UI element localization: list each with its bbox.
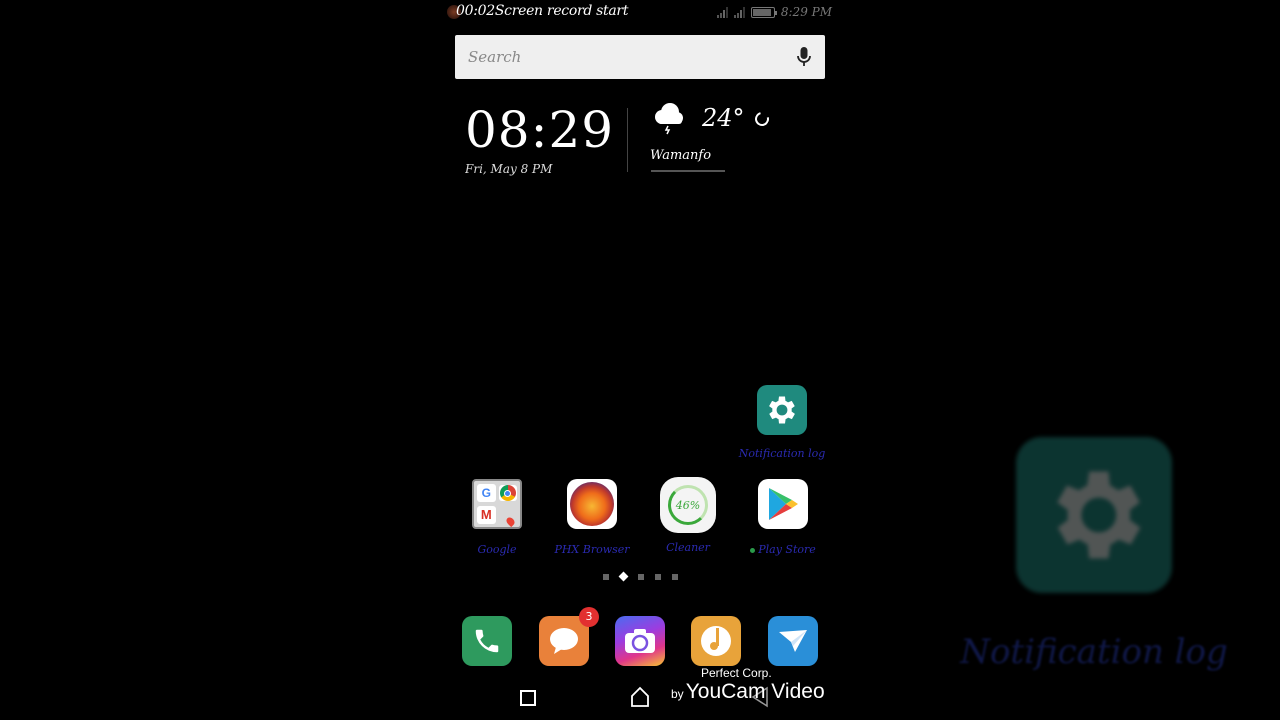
app-label: Google [477, 543, 517, 556]
mic-icon[interactable] [796, 46, 812, 68]
widget-divider [627, 108, 628, 172]
status-time: 8:29 PM [780, 5, 832, 19]
clock-weather-widget[interactable]: 08:29 Fri, May 8 PM 24° Wamanfo [465, 96, 785, 176]
recording-status: 00:02Screen record start [456, 3, 628, 19]
message-bubble-icon [550, 628, 578, 654]
unread-badge: 3 [579, 607, 599, 627]
google-folder-icon: G M [472, 479, 522, 529]
signal-sim1-icon [716, 6, 728, 18]
app-notification-log[interactable]: Notification log [737, 385, 827, 460]
new-install-dot [750, 547, 756, 553]
page-dot-1[interactable] [603, 573, 609, 580]
dock-camera[interactable] [615, 616, 665, 666]
background-ghost-label: Notification log [960, 632, 1228, 672]
thunderstorm-cloud-icon[interactable] [650, 100, 686, 136]
status-icons: 8:29 PM [716, 5, 832, 19]
dock-messages[interactable]: 3 [539, 607, 599, 666]
music-disc-icon [701, 626, 731, 656]
app-label: PHX Browser [554, 543, 630, 556]
page-indicator [603, 571, 678, 582]
gear-icon [1057, 471, 1141, 559]
app-cleaner[interactable]: 46% Cleaner [643, 477, 733, 554]
clock-time[interactable]: 08:29 [465, 100, 614, 160]
chrome-icon [498, 485, 517, 502]
dock-phone[interactable] [462, 616, 512, 666]
search-input[interactable] [468, 48, 796, 66]
cleaner-gauge-icon: 46% [660, 477, 716, 533]
status-bar: 00:02Screen record start 8:29 PM [440, 0, 840, 26]
app-label: Play Store [738, 543, 828, 556]
recording-timer: 00:02 [456, 3, 495, 19]
phone-screen: 00:02Screen record start 8:29 PM 08:29 F… [440, 0, 840, 720]
search-bar[interactable] [455, 35, 825, 79]
battery-icon [750, 6, 777, 18]
page-dot-2-active[interactable] [618, 571, 629, 582]
app-phx-browser[interactable]: PHX Browser [547, 479, 637, 556]
app-label: Cleaner [666, 541, 710, 554]
google-g-icon: G [477, 484, 496, 503]
recent-apps-icon[interactable] [520, 690, 536, 706]
dock-music[interactable] [691, 616, 741, 666]
play-store-icon [758, 479, 808, 529]
watermark-company: Perfect Corp. [701, 666, 772, 680]
phone-icon [475, 629, 499, 653]
dock-email[interactable] [768, 616, 818, 666]
refresh-icon[interactable] [752, 109, 772, 129]
paper-plane-icon [779, 630, 807, 652]
weather-temperature: 24° [702, 104, 745, 132]
phoenix-icon [567, 479, 617, 529]
gear-icon [757, 385, 807, 435]
gmail-icon: M [477, 505, 496, 524]
page-dot-3[interactable] [638, 573, 644, 580]
background-ghost-gear-tile [1016, 437, 1172, 593]
watermark-product-name: YouCam Video [685, 680, 825, 703]
recording-text: Screen record start [494, 3, 629, 19]
camera-icon [625, 629, 655, 653]
home-icon[interactable] [630, 686, 650, 708]
cleaner-percent: 46% [668, 485, 708, 525]
signal-sim2-icon [733, 6, 745, 18]
app-folder-google[interactable]: G M Google [452, 479, 542, 556]
page-dot-4[interactable] [655, 573, 661, 580]
watermark-product: byYouCam Video [671, 680, 825, 704]
weather-city[interactable]: Wamanfo [650, 148, 711, 163]
app-play-store[interactable]: Play Store [738, 479, 828, 556]
clock-date: Fri, May 8 PM [465, 162, 553, 176]
weather-subtext [651, 170, 725, 172]
page-dot-5[interactable] [672, 573, 678, 580]
app-label: Notification log [738, 447, 826, 460]
watermark-by: by [671, 687, 684, 701]
